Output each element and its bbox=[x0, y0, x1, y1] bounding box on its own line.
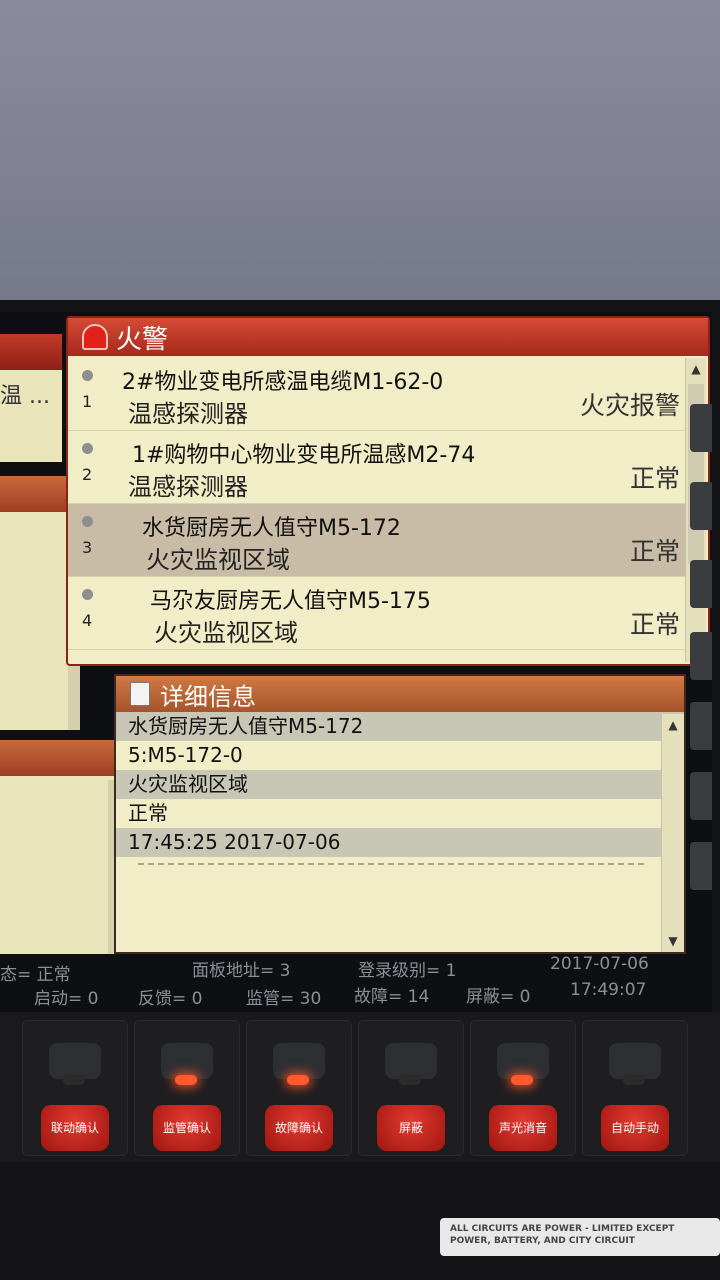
divider bbox=[138, 863, 644, 865]
alarm-row-status: 正常 bbox=[629, 610, 680, 639]
indicator-led-on bbox=[175, 1075, 197, 1085]
scroll-down-icon[interactable]: ▼ bbox=[662, 934, 684, 948]
detail-timestamp: 17:45:25 2017-07-06 bbox=[116, 828, 684, 857]
alarm-row[interactable]: 2 1#购物中心物业变电所温感M2-74 温感探测器 正常 bbox=[68, 431, 686, 504]
scroll-up-icon[interactable]: ▲ bbox=[686, 362, 706, 376]
alarm-row-status: 正常 bbox=[629, 537, 680, 566]
alarm-row-device: 水货厨房无人值守M5-172 bbox=[142, 516, 401, 541]
indicator-led-on bbox=[287, 1075, 309, 1085]
device-rating-label: ALL CIRCUITS ARE POWER - LIMITED EXCEPT … bbox=[440, 1218, 720, 1256]
detail-address: 5:M5-172-0 bbox=[128, 743, 243, 767]
status-start-count: 启动= 0 bbox=[34, 989, 99, 1009]
device-label-line-1: ALL CIRCUITS ARE POWER - LIMITED EXCEPT bbox=[450, 1224, 675, 1234]
fire-alarm-titlebar: 火警 bbox=[68, 318, 708, 356]
status-dot-icon bbox=[82, 589, 93, 600]
alarm-row-status: 火灾报警 bbox=[579, 391, 680, 420]
alarm-row-index: 4 bbox=[82, 611, 93, 630]
supervise-confirm-button[interactable]: 监管确认 bbox=[153, 1105, 221, 1151]
alarm-row-device: 1#购物中心物业变电所温感M2-74 bbox=[132, 443, 476, 468]
alarm-row-type: 火灾监视区域 bbox=[154, 619, 298, 647]
key-slot-supervise-confirm: 监管确认 bbox=[134, 1020, 240, 1156]
detail-device-name: 水货厨房无人值守M5-172 bbox=[116, 712, 684, 741]
status-bar: 态= 正常 面板地址= 3 登录级别= 1 2017-07-06 启动= 0 反… bbox=[0, 954, 670, 1010]
alarm-row-device: 马尕友厨房无人值守M5-175 bbox=[150, 589, 431, 614]
alarm-bell-icon bbox=[82, 324, 108, 350]
fault-confirm-button[interactable]: 故障确认 bbox=[265, 1105, 333, 1151]
left-panel-header bbox=[0, 334, 62, 370]
detail-zone-type: 火灾监视区域 bbox=[116, 770, 684, 799]
key-cap bbox=[273, 1043, 325, 1079]
alarm-row[interactable]: 4 马尕友厨房无人值守M5-175 火灾监视区域 正常 bbox=[68, 577, 686, 650]
status-dot-icon bbox=[82, 370, 93, 381]
detail-status: 正常 bbox=[128, 801, 168, 825]
key-slot-silence: 声光消音 bbox=[470, 1020, 576, 1156]
status-fault-count: 故障= 14 bbox=[354, 987, 430, 1007]
status-feedback-count: 反馈= 0 bbox=[138, 989, 203, 1009]
link-confirm-button[interactable]: 联动确认 bbox=[41, 1105, 109, 1151]
alarm-row-type: 温感探测器 bbox=[128, 473, 248, 501]
key-slot-auto-manual: 自动手动 bbox=[582, 1020, 688, 1156]
lcd-screen: 温 ... 火警 1 2#物业变电所感温电缆M1-62-0 温感探测器 火灾报警… bbox=[0, 312, 712, 1012]
side-menu-button[interactable] bbox=[690, 702, 712, 750]
document-icon bbox=[130, 682, 150, 706]
status-time: 17:49:07 bbox=[570, 980, 647, 1000]
left-panel-text: 温 ... bbox=[0, 384, 50, 409]
device-label-line-2: POWER, BATTERY, AND CITY CIRCUIT bbox=[450, 1236, 635, 1246]
status-dot-icon bbox=[82, 443, 93, 454]
key-slot-shield: 屏蔽 bbox=[358, 1020, 464, 1156]
left-panel-alarm-stub[interactable]: 温 ... bbox=[0, 334, 62, 462]
indicator-led bbox=[399, 1075, 421, 1085]
silence-button[interactable]: 声光消音 bbox=[489, 1105, 557, 1151]
key-cap bbox=[497, 1043, 549, 1079]
status-dot-icon bbox=[82, 516, 93, 527]
left-panel-header bbox=[0, 740, 120, 776]
indicator-led bbox=[63, 1075, 85, 1085]
left-panel-bottom-stub[interactable] bbox=[0, 740, 120, 954]
shield-button[interactable]: 屏蔽 bbox=[377, 1105, 445, 1151]
detail-info-panel: 详细信息 水货厨房无人值守M5-172 5:M5-172-0 火灾监视区域 正常… bbox=[114, 674, 686, 954]
status-login-level: 登录级别= 1 bbox=[358, 961, 457, 981]
alarm-row-selected[interactable]: 3 水货厨房无人值守M5-172 火灾监视区域 正常 bbox=[68, 504, 686, 577]
alarm-row[interactable]: 1 2#物业变电所感温电缆M1-62-0 温感探测器 火灾报警 bbox=[68, 358, 686, 431]
alarm-row-type: 温感探测器 bbox=[128, 400, 248, 428]
indicator-led bbox=[623, 1075, 645, 1085]
status-supervise-count: 监管= 30 bbox=[246, 989, 322, 1009]
status-panel-address: 面板地址= 3 bbox=[192, 961, 291, 981]
alarm-row-device: 2#物业变电所感温电缆M1-62-0 bbox=[122, 370, 444, 395]
alarm-row-index: 3 bbox=[82, 538, 93, 557]
side-menu-button[interactable] bbox=[690, 842, 712, 890]
alarm-row-status: 正常 bbox=[629, 464, 680, 493]
side-menu-button[interactable] bbox=[690, 632, 712, 680]
alarm-row-type: 火灾监视区域 bbox=[146, 546, 290, 574]
key-cap bbox=[385, 1043, 437, 1079]
indicator-led-on bbox=[511, 1075, 533, 1085]
fire-alarm-panel: 火警 1 2#物业变电所感温电缆M1-62-0 温感探测器 火灾报警 2 1#购… bbox=[66, 316, 710, 666]
key-cap bbox=[161, 1043, 213, 1079]
side-menu-button[interactable] bbox=[690, 560, 712, 608]
detail-info-titlebar: 详细信息 bbox=[116, 676, 684, 712]
status-date: 2017-07-06 bbox=[550, 954, 649, 974]
key-slot-fault-confirm: 故障确认 bbox=[246, 1020, 352, 1156]
alarm-row-index: 2 bbox=[82, 465, 93, 484]
status-shield-count: 屏蔽= 0 bbox=[466, 987, 531, 1007]
wall-background bbox=[0, 0, 720, 320]
control-keypad: 联动确认 监管确认 故障确认 屏蔽 声光消音 自动手动 bbox=[0, 1012, 720, 1162]
detail-scrollbar[interactable]: ▲ ▼ bbox=[661, 714, 684, 952]
key-cap bbox=[609, 1043, 661, 1079]
detail-info-title: 详细信息 bbox=[160, 682, 256, 711]
side-menu-button[interactable] bbox=[690, 482, 712, 530]
key-cap bbox=[49, 1043, 101, 1079]
status-state: 态= 正常 bbox=[0, 965, 71, 985]
alarm-row-index: 1 bbox=[82, 392, 93, 411]
fire-alarm-title: 火警 bbox=[116, 324, 169, 355]
auto-manual-button[interactable]: 自动手动 bbox=[601, 1105, 669, 1151]
scroll-up-icon[interactable]: ▲ bbox=[662, 718, 684, 732]
key-slot-link-confirm: 联动确认 bbox=[22, 1020, 128, 1156]
side-menu-button[interactable] bbox=[690, 404, 712, 452]
fire-alarm-list: 1 2#物业变电所感温电缆M1-62-0 温感探测器 火灾报警 2 1#购物中心… bbox=[68, 358, 686, 664]
side-menu-button[interactable] bbox=[690, 772, 712, 820]
